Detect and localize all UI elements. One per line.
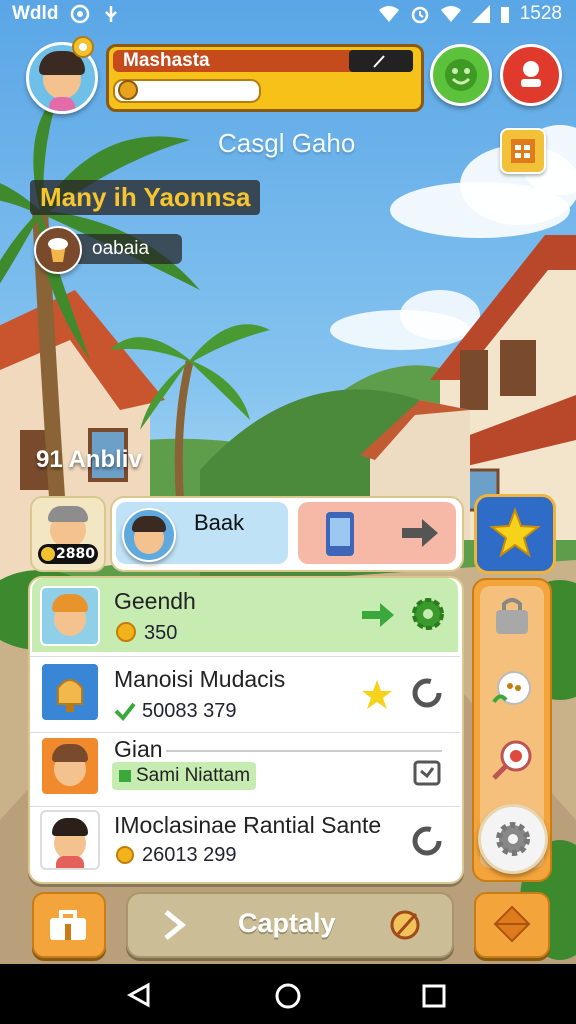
calendar-button[interactable] <box>500 128 546 174</box>
person-icon <box>521 61 541 87</box>
egg-icon[interactable] <box>488 666 536 714</box>
battery-icon <box>500 7 509 23</box>
chevron-right-icon <box>164 910 186 940</box>
status-bar: Wdld 1528 <box>0 0 576 30</box>
drink-icon <box>48 238 68 262</box>
list-item-title: Gian <box>114 736 163 762</box>
calendar-icon <box>511 139 535 163</box>
tab-active[interactable]: Baak <box>116 502 288 564</box>
avatar <box>40 736 100 796</box>
divider <box>30 656 460 657</box>
refresh-icon[interactable] <box>410 676 444 710</box>
player-info-bar: Mashasta <box>106 44 424 112</box>
profile-button[interactable] <box>500 44 562 106</box>
recents-icon[interactable] <box>422 984 446 1008</box>
tab-strip: Baak <box>110 496 464 572</box>
signal-icon <box>471 5 490 23</box>
list-item-value: 350 <box>144 622 178 644</box>
system-nav-bar <box>0 964 576 1024</box>
tag-badge: Sami Niattam <box>112 762 257 790</box>
avatar <box>40 586 100 646</box>
edit-icon[interactable] <box>371 53 387 69</box>
divider <box>30 732 460 733</box>
sun-coin-icon <box>116 622 136 642</box>
list-item-title: Geendh <box>114 588 196 614</box>
coin-icon <box>116 846 134 864</box>
star-icon[interactable] <box>360 678 394 712</box>
back-icon[interactable] <box>126 982 152 1008</box>
friends-button[interactable] <box>430 44 492 106</box>
capture-label: Captaly <box>238 908 336 938</box>
list-item[interactable]: Geendh 350 <box>30 578 462 654</box>
wifi-strong-icon <box>440 6 461 22</box>
quest-banner[interactable]: Many ih Yaonnsa <box>30 180 261 215</box>
tab-active-label: Baak <box>194 510 245 535</box>
list-item[interactable]: Manoisi Mudacis 50083 379 <box>30 658 462 732</box>
character-tab[interactable]: 2880 <box>30 496 106 572</box>
divider <box>166 750 442 752</box>
quest-sub-label: oabaia <box>92 238 150 259</box>
list-item-value: 26013 299 <box>142 844 237 866</box>
location-label: 91 Anbliv <box>36 446 142 473</box>
check-icon <box>114 702 136 722</box>
briefcase-icon <box>50 910 86 940</box>
side-toolbar <box>472 578 552 882</box>
settings-button[interactable] <box>478 804 548 874</box>
status-left-text: Wdld <box>12 3 59 24</box>
sync-icon <box>71 4 90 24</box>
bell-icon <box>57 679 83 712</box>
usb-icon <box>105 6 118 22</box>
list-item[interactable]: Gian Sami Niattam <box>30 734 462 806</box>
settings-gear-small-icon[interactable] <box>70 34 96 60</box>
alarm-icon <box>411 6 428 24</box>
list-item[interactable]: IMoclasinae Rantial Sante 26013 299 <box>30 808 462 880</box>
phone-icon <box>326 512 354 556</box>
inbox-icon[interactable] <box>412 758 442 788</box>
gear-icon[interactable] <box>410 596 446 632</box>
quest-sub-button[interactable]: oabaia <box>34 226 184 274</box>
wifi-icon <box>378 6 399 22</box>
list-item-title: Manoisi Mudacis <box>114 666 286 692</box>
divider <box>30 806 460 807</box>
avatar <box>40 810 100 870</box>
favorites-button[interactable] <box>474 494 556 574</box>
tab-avatar <box>122 508 176 562</box>
arrow-right-icon[interactable] <box>360 600 396 630</box>
status-time: 1528 <box>519 3 562 24</box>
arrow-right-icon <box>402 519 438 547</box>
player-name: Mashasta <box>123 50 210 71</box>
menu-button[interactable] <box>474 892 550 958</box>
character-badge: 2880 <box>38 544 98 564</box>
game-title: Casgl Gaho <box>218 128 356 158</box>
diamond-icon <box>493 905 531 943</box>
game-scene: Wdld 1528 Mashasta Casgl Gaho Many ih Ya… <box>0 0 576 964</box>
search-icon[interactable] <box>488 736 536 784</box>
target-icon <box>390 910 420 940</box>
coin-icon <box>41 547 55 561</box>
home-icon[interactable] <box>274 982 302 1010</box>
item-icon <box>40 662 100 722</box>
list-item-value: 50083 379 <box>142 700 237 722</box>
gear-icon <box>496 822 530 856</box>
refresh-icon[interactable] <box>410 824 444 858</box>
list-item-title: IMoclasinae Rantial Sante <box>114 812 382 838</box>
lock-bag-icon[interactable] <box>490 594 534 638</box>
square-icon <box>119 770 131 782</box>
tab-secondary[interactable] <box>298 502 456 564</box>
star-icon <box>489 507 541 558</box>
coin-icon <box>118 80 138 100</box>
capture-button[interactable]: Captaly <box>126 892 454 958</box>
smile-icon <box>445 59 477 91</box>
shop-button[interactable] <box>32 892 106 958</box>
